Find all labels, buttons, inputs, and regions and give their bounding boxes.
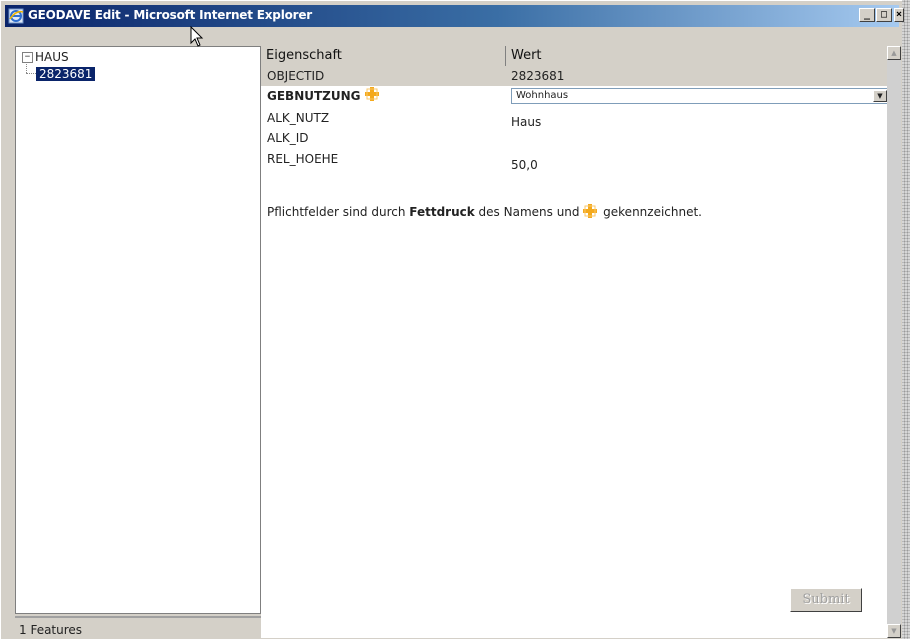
property-value: 50,0 [511,158,538,172]
table-row: REL_HOEHE 50,0 [261,149,887,172]
table-row: GEBNUTZUNG Wohnhaus ▼ [261,86,889,107]
select-value: Wohnhaus [516,90,569,101]
tree-node-haus[interactable]: − HAUS [22,49,69,65]
close-button[interactable]: × [894,8,904,22]
title-bar[interactable]: GEODAVE Edit - Microsoft Internet Explor… [5,5,904,27]
maximize-button[interactable]: □ [876,8,892,22]
chevron-down-icon[interactable]: ▼ [873,90,887,102]
attribute-panel: Eigenschaft Wert OBJECTID 2823681 GEBNUT… [261,46,899,638]
tree-node-feature[interactable]: 2823681 [36,66,96,82]
scroll-up-button[interactable]: ▲ [887,46,901,60]
ie-icon [8,8,24,24]
property-name: REL_HOEHE [267,152,339,166]
required-marker-icon [583,204,598,221]
scroll-down-button[interactable]: ▼ [887,624,901,638]
gebnutzung-select[interactable]: Wohnhaus ▼ [511,88,889,104]
note-bold-text: Fettdruck [409,205,475,219]
column-header-value: Wert [511,48,542,63]
property-name: OBJECTID [267,69,325,83]
table-header: Eigenschaft Wert [261,46,887,66]
features-status-bar: 1 Features [15,616,261,638]
minimize-button[interactable]: _ [859,8,875,22]
property-name-text: GEBNUTZUNG [267,89,361,103]
property-name: GEBNUTZUNG [267,86,379,107]
note-text: des Namens und [474,205,584,219]
window-title: GEODAVE Edit - Microsoft Internet Explor… [28,8,313,22]
table-row: ALK_ID [261,128,887,148]
collapse-toggle[interactable]: − [22,52,33,63]
feature-tree: − HAUS 2823681 [15,46,261,614]
submit-button[interactable]: Submit [790,588,862,612]
note-text: gekennzeichnet. [599,205,702,219]
property-value: 2823681 [511,69,565,83]
vertical-scrollbar[interactable]: ▲ ▼ [887,46,901,638]
table-row: OBJECTID 2823681 [261,66,887,86]
column-header-property: Eigenschaft [261,46,506,66]
required-marker-icon [364,86,379,107]
features-count: 1 Features [19,623,83,637]
property-name: ALK_NUTZ [267,111,330,125]
note-text: Pflichtfelder sind durch [267,205,410,219]
tree-node-label: 2823681 [36,67,96,81]
property-name: ALK_ID [267,131,309,145]
required-fields-note: Pflichtfelder sind durch Fettdruck des N… [267,204,702,221]
table-row: ALK_NUTZ Haus [261,108,887,129]
tree-node-label: HAUS [35,50,69,64]
mouse-cursor-icon [190,25,204,51]
browser-window: GEODAVE Edit - Microsoft Internet Explor… [0,0,904,639]
